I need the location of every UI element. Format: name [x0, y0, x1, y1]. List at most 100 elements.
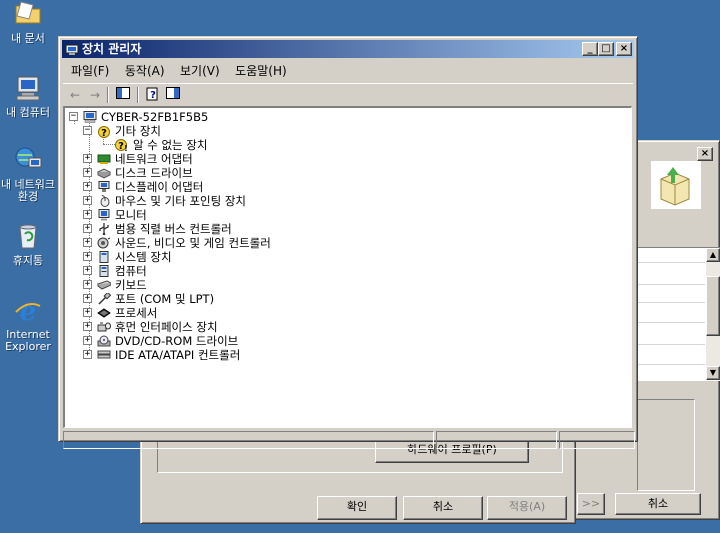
category-label: 컴퓨터 — [115, 264, 147, 278]
expand-toggle[interactable]: + — [83, 154, 92, 163]
menu-view[interactable]: 보기(V) — [174, 61, 226, 81]
desktop-icon-label: 내 네트워크 환경 — [0, 178, 56, 203]
maximize-button[interactable]: □ — [598, 42, 614, 56]
human-interface-icon — [97, 321, 111, 333]
device-manager-window: 장치 관리자 _ □ × 파일(F) 동작(A) 보기(V) 도움말(H) ← … — [58, 36, 638, 449]
expand-toggle[interactable]: + — [83, 210, 92, 219]
device-manager-icon — [65, 43, 79, 55]
expand-toggle[interactable]: + — [83, 336, 92, 345]
category-label: 모니터 — [115, 208, 147, 222]
category-label: 휴먼 인터페이스 장치 — [115, 320, 218, 334]
status-panel — [436, 431, 557, 449]
package-image — [651, 161, 701, 209]
apply-button[interactable]: 적용(A) — [487, 496, 567, 520]
status-bar — [63, 431, 635, 449]
device-label: 알 수 없는 장치 — [133, 138, 208, 152]
title-bar[interactable]: 장치 관리자 _ □ × — [62, 40, 634, 58]
desktop-icon-label: 내 문서 — [11, 32, 45, 45]
cancel-button[interactable]: 취소 — [615, 493, 701, 515]
internet-explorer-icon: e — [13, 296, 43, 327]
collapse-toggle[interactable]: − — [69, 112, 78, 121]
expand-toggle[interactable]: + — [83, 168, 92, 177]
cancel-button[interactable]: 취소 — [403, 496, 483, 520]
show-hide-tree-icon[interactable] — [115, 87, 131, 103]
svg-text:?: ? — [150, 90, 156, 101]
expand-toggle[interactable]: + — [83, 308, 92, 317]
desktop-icon-label: 휴지통 — [12, 254, 44, 267]
status-panel — [63, 431, 434, 449]
minimize-button[interactable]: _ — [582, 42, 598, 56]
monitor-icon — [97, 209, 111, 221]
expand-toggle[interactable]: + — [83, 322, 92, 331]
svg-text:e: e — [20, 297, 37, 324]
desktop-icon-network[interactable]: 내 네트워크 환경 — [0, 146, 60, 203]
expand-toggle[interactable]: + — [83, 196, 92, 205]
category-label: 사운드, 비디오 및 게임 컨트롤러 — [115, 236, 271, 250]
category-label: IDE ATA/ATAPI 컨트롤러 — [115, 348, 241, 362]
expand-toggle[interactable]: + — [83, 350, 92, 359]
disk-drive-icon — [96, 167, 112, 179]
help-icon[interactable]: ? — [145, 87, 161, 103]
group-box — [637, 399, 695, 491]
expand-toggle[interactable]: + — [83, 182, 92, 191]
sound-icon — [97, 237, 111, 249]
expand-toggle[interactable]: + — [83, 280, 92, 289]
desktop-icon-my-computer[interactable]: 내 컴퓨터 — [0, 74, 60, 119]
category-label: 시스템 장치 — [115, 250, 172, 264]
properties-pane-icon[interactable] — [165, 87, 181, 103]
category-label: 키보드 — [115, 278, 147, 292]
nav-button[interactable]: >> — [577, 493, 605, 515]
computer-icon — [97, 265, 111, 277]
port-icon — [97, 291, 112, 305]
expand-toggle[interactable]: + — [83, 224, 92, 233]
expand-toggle[interactable]: + — [83, 252, 92, 261]
recycle-bin-icon — [13, 222, 43, 252]
desktop-icon-label: Internet Explorer — [5, 328, 51, 353]
ok-button[interactable]: 확인 — [317, 496, 397, 520]
question-mark-icon: ? — [97, 125, 111, 139]
system-device-icon — [97, 251, 111, 263]
desktop-icon-recycle-bin[interactable]: 휴지통 — [0, 222, 60, 267]
device-tree[interactable]: − CYBER-52FB1F5B5 − ? 기타 장치 ?! 알 수 없는 장치… — [63, 106, 632, 428]
close-button[interactable]: × — [697, 147, 713, 161]
expand-toggle[interactable]: + — [83, 266, 92, 275]
close-button[interactable]: × — [616, 42, 632, 56]
toolbar: ← → ? — [63, 83, 633, 105]
network-adapter-icon — [97, 153, 111, 165]
menu-help[interactable]: 도움말(H) — [229, 61, 293, 81]
computer-name: CYBER-52FB1F5B5 — [101, 110, 209, 124]
mouse-icon — [97, 194, 111, 207]
category-label: 마우스 및 기타 포인팅 장치 — [115, 194, 247, 208]
display-adapter-icon — [97, 181, 111, 193]
menu-file[interactable]: 파일(F) — [65, 61, 115, 81]
driver-list[interactable]: ▲ ▼ — [637, 247, 720, 381]
category-label: 디스플레이 어댑터 — [115, 180, 204, 194]
vertical-scrollbar[interactable]: ▲ ▼ — [706, 248, 720, 380]
back-arrow-icon[interactable]: ← — [67, 87, 83, 103]
network-icon — [13, 146, 43, 176]
folder-icon — [13, 0, 43, 30]
forward-arrow-icon[interactable]: → — [87, 87, 103, 103]
scroll-up-button[interactable]: ▲ — [706, 248, 720, 262]
toolbar-separator — [107, 87, 109, 103]
menu-action[interactable]: 동작(A) — [119, 61, 171, 81]
scroll-down-button[interactable]: ▼ — [706, 366, 720, 380]
processor-icon — [97, 307, 111, 319]
keyboard-icon — [96, 279, 113, 291]
desktop-icon-internet-explorer[interactable]: e Internet Explorer — [0, 296, 60, 353]
tree-line — [103, 144, 115, 145]
category-label: 프로세서 — [115, 306, 158, 320]
svg-text:?: ? — [101, 128, 107, 138]
expand-toggle[interactable]: + — [83, 238, 92, 247]
category-label: 디스크 드라이브 — [115, 166, 193, 180]
ide-controller-icon — [97, 349, 111, 361]
svg-text:!: ! — [124, 144, 128, 152]
desktop-icon-my-documents[interactable]: 내 문서 — [0, 0, 60, 45]
category-label: 범용 직렬 버스 컨트롤러 — [115, 222, 232, 236]
computer-icon — [13, 74, 43, 104]
collapse-toggle[interactable]: − — [83, 126, 92, 135]
category-label: 네트워크 어댑터 — [115, 152, 193, 166]
desktop-icon-label: 내 컴퓨터 — [6, 106, 50, 119]
expand-toggle[interactable]: + — [83, 294, 92, 303]
scroll-thumb[interactable] — [706, 276, 720, 336]
